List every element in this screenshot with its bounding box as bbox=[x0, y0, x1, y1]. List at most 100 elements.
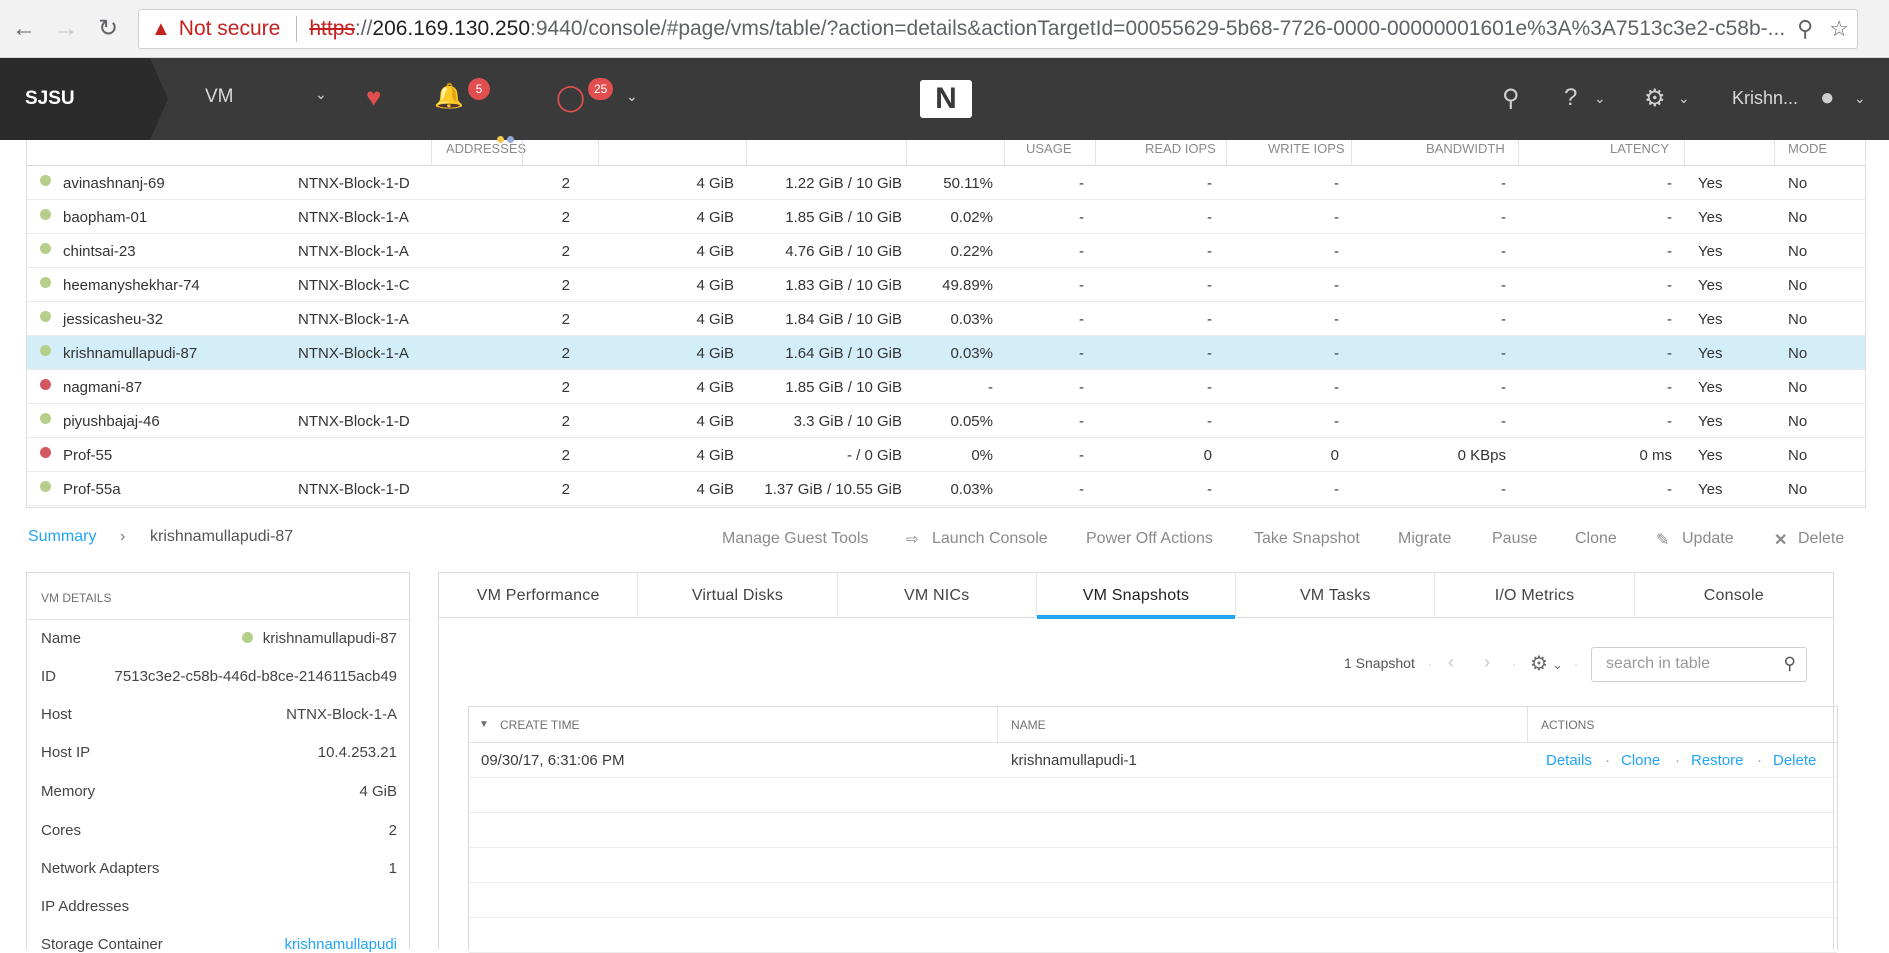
user-menu[interactable]: Krishn... bbox=[1732, 88, 1798, 109]
column-header-addresses[interactable]: ADDRESSES bbox=[446, 141, 526, 156]
table-row[interactable]: krishnamullapudi-87 NTNX-Block-1-A 2 4 GiB 1… bbox=[26, 336, 1866, 370]
status-dot bbox=[40, 413, 51, 424]
vm-mode-cell: No bbox=[1788, 311, 1808, 328]
bookmark-star-icon[interactable]: ☆ bbox=[1829, 16, 1849, 42]
snapshots-table-header: ▼ CREATE TIME NAME ACTIONS bbox=[469, 707, 1837, 743]
tasks-circle-icon[interactable]: ◯ bbox=[556, 82, 585, 113]
previous-page-icon[interactable]: ‹ bbox=[1448, 652, 1454, 673]
next-page-icon[interactable]: › bbox=[1484, 652, 1490, 673]
tab-i-o-metrics[interactable]: I/O Metrics bbox=[1435, 573, 1635, 618]
column-header-create-time[interactable]: CREATE TIME bbox=[500, 718, 580, 732]
vm-host-cell: NTNX-Block-1-A bbox=[298, 209, 409, 226]
help-icon[interactable]: ? bbox=[1564, 84, 1577, 112]
take-snapshot-button[interactable]: Take Snapshot bbox=[1254, 530, 1360, 548]
snapshot-restore-link[interactable]: Restore bbox=[1691, 752, 1744, 769]
snapshot-details-link[interactable]: Details bbox=[1546, 752, 1592, 769]
vm-read-iops-cell: - bbox=[1207, 243, 1212, 260]
power-off-actions-button[interactable]: Power Off Actions bbox=[1086, 530, 1213, 548]
security-label: Not secure bbox=[178, 17, 281, 40]
table-row[interactable]: heemanyshekhar-74 NTNX-Block-1-C 2 4 GiB 1.8… bbox=[26, 268, 1866, 302]
table-header: ADDRESSES USAGE READ IOPS WRITE IOPS BAN… bbox=[26, 140, 1866, 166]
table-row[interactable]: piyushbajaj-46 NTNX-Block-1-D 2 4 GiB 3.3 Gi… bbox=[26, 404, 1866, 438]
alert-bell-icon[interactable]: 🔔 bbox=[434, 82, 464, 111]
table-row[interactable]: chintsai-23 NTNX-Block-1-A 2 4 GiB 4.76 GiB … bbox=[26, 234, 1866, 268]
column-header-name[interactable]: NAME bbox=[1011, 718, 1046, 732]
chevron-down-icon[interactable]: ⌄ bbox=[315, 86, 327, 103]
update-button[interactable]: Update bbox=[1682, 530, 1734, 548]
storage-container-link[interactable]: krishnamullapudi bbox=[284, 936, 397, 953]
chevron-down-icon[interactable]: ⌄ bbox=[1854, 90, 1866, 107]
back-icon[interactable]: ← bbox=[6, 11, 42, 47]
sort-caret-icon[interactable]: ▼ bbox=[479, 719, 489, 730]
breadcrumb: Summary › krishnamullapudi-87 bbox=[28, 528, 293, 546]
chevron-down-icon[interactable]: ⌄ bbox=[1678, 90, 1690, 107]
tasks-count-badge: 25 bbox=[588, 78, 614, 100]
migrate-button[interactable]: Migrate bbox=[1398, 530, 1451, 548]
vm-cpu-cell: 0.22% bbox=[950, 243, 993, 260]
table-row[interactable]: avinashnanj-69 NTNX-Block-1-D 2 4 GiB 1.22 G… bbox=[26, 166, 1866, 200]
column-header-bandwidth[interactable]: BANDWIDTH bbox=[1426, 141, 1505, 156]
column-header-latency[interactable]: LATENCY bbox=[1610, 141, 1669, 156]
vm-storage-cell: 1.85 GiB / 10 GiB bbox=[785, 209, 902, 226]
vm-write-iops-cell: - bbox=[1334, 413, 1339, 430]
tab-vm-nics[interactable]: VM NICs bbox=[838, 573, 1037, 618]
vm-latency-cell: 0 ms bbox=[1639, 447, 1672, 464]
table-row[interactable]: baopham-01 NTNX-Block-1-A 2 4 GiB 1.85 GiB /… bbox=[26, 200, 1866, 234]
table-row[interactable]: Prof-55 2 4 GiB - / 0 GiB 0% - 0 0 0 KBps 0 ms Yes… bbox=[26, 438, 1866, 472]
tab-vm-tasks[interactable]: VM Tasks bbox=[1236, 573, 1436, 618]
column-header-actions: ACTIONS bbox=[1541, 718, 1595, 732]
search-input[interactable] bbox=[1606, 655, 1766, 673]
chevron-down-icon[interactable]: ⌄ bbox=[1594, 90, 1606, 107]
health-heart-icon[interactable]: ♥ bbox=[366, 82, 381, 113]
column-header-mode[interactable]: MODE bbox=[1788, 141, 1827, 156]
vm-name-cell: piyushbajaj-46 bbox=[63, 413, 160, 430]
pause-button[interactable]: Pause bbox=[1492, 530, 1537, 548]
forward-icon[interactable]: → bbox=[48, 11, 84, 47]
tab-virtual-disks[interactable]: Virtual Disks bbox=[638, 573, 838, 618]
vm-name-cell: krishnamullapudi-87 bbox=[63, 345, 198, 362]
column-header-read-iops[interactable]: READ IOPS bbox=[1145, 141, 1216, 156]
delete-button[interactable]: Delete bbox=[1798, 530, 1844, 548]
tab-vm-snapshots[interactable]: VM Snapshots bbox=[1036, 573, 1237, 619]
table-settings-gear-icon[interactable]: ⚙ bbox=[1530, 651, 1548, 676]
launch-console-icon: ⇨ bbox=[906, 531, 919, 548]
section-menu[interactable]: VM bbox=[205, 86, 234, 108]
column-header-usage[interactable]: USAGE bbox=[1026, 141, 1072, 156]
user-avatar-icon[interactable]: ● bbox=[1820, 84, 1835, 112]
vm-memory-cell: 4 GiB bbox=[696, 209, 734, 226]
status-dot bbox=[40, 243, 51, 254]
snapshot-search-box[interactable]: ⚲ bbox=[1591, 647, 1807, 682]
address-bar[interactable]: ▲ Not secure https://206.169.130.250:944… bbox=[138, 9, 1858, 49]
tab-vm-performance[interactable]: VM Performance bbox=[439, 573, 639, 618]
table-row[interactable]: Prof-55a NTNX-Block-1-D 2 4 GiB 1.37 GiB / 1… bbox=[26, 472, 1866, 506]
reload-icon[interactable]: ↻ bbox=[90, 11, 126, 47]
launch-console-button[interactable]: Launch Console bbox=[932, 530, 1048, 548]
vm-backup-cell: Yes bbox=[1698, 277, 1723, 294]
vm-cores-cell: 2 bbox=[561, 311, 570, 328]
vm-mode-cell: No bbox=[1788, 413, 1808, 430]
breadcrumb-summary-link[interactable]: Summary bbox=[28, 528, 96, 545]
chevron-down-icon[interactable]: ⌄ bbox=[1552, 657, 1563, 673]
table-body: avinashnanj-69 NTNX-Block-1-D 2 4 GiB 1.22 G… bbox=[26, 166, 1866, 506]
table-row[interactable]: jessicasheu-32 NTNX-Block-1-A 2 4 GiB 1.84 G… bbox=[26, 302, 1866, 336]
manage-guest-tools-button[interactable]: Manage Guest Tools bbox=[722, 530, 868, 548]
vm-memory-cell: 4 GiB bbox=[696, 345, 734, 362]
cluster-name[interactable]: SJSU bbox=[0, 58, 168, 140]
column-header-write-iops[interactable]: WRITE IOPS bbox=[1268, 141, 1345, 156]
search-icon[interactable]: ⚲ bbox=[1784, 654, 1796, 674]
vm-usage-cell: - bbox=[1079, 209, 1084, 226]
table-row[interactable]: nagmani-87 2 4 GiB 1.85 GiB / 10 GiB - - - - - - Y… bbox=[26, 370, 1866, 404]
snapshot-clone-link[interactable]: Clone bbox=[1621, 752, 1660, 769]
clone-button[interactable]: Clone bbox=[1575, 530, 1617, 548]
vm-name-cell: nagmani-87 bbox=[63, 379, 143, 396]
empty-row bbox=[469, 918, 1837, 953]
gear-icon[interactable]: ⚙ bbox=[1644, 84, 1666, 113]
table-row[interactable]: 09/30/17, 6:31:06 PM krishnamullapudi-1 De… bbox=[469, 743, 1837, 778]
chevron-down-icon[interactable]: ⌄ bbox=[626, 88, 638, 105]
tab-console[interactable]: Console bbox=[1635, 573, 1833, 618]
snapshot-count: 1 Snapshot bbox=[1344, 655, 1415, 671]
search-icon[interactable]: ⚲ bbox=[1502, 84, 1520, 113]
snapshot-delete-link[interactable]: Delete bbox=[1773, 752, 1816, 769]
zoom-icon[interactable]: ⚲ bbox=[1797, 16, 1813, 42]
vm-name-cell: Prof-55 bbox=[63, 447, 113, 464]
